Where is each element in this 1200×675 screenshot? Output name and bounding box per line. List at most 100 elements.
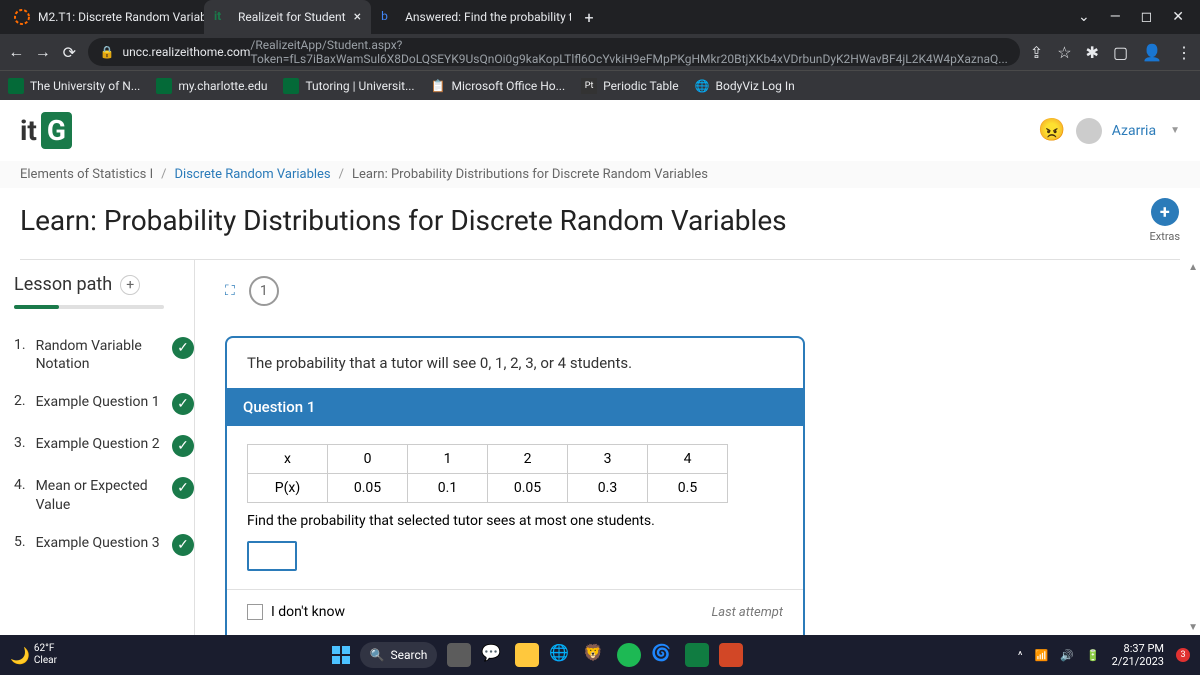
lesson-item[interactable]: 1.Random Variable Notation✓ (14, 327, 194, 383)
task-view-icon[interactable] (447, 643, 471, 667)
logo[interactable]: it G (20, 112, 72, 149)
expand-icon[interactable]: ⛶ (225, 283, 235, 299)
bookmark-item[interactable]: my.charlotte.edu (156, 78, 267, 94)
powerpoint-icon[interactable] (719, 643, 743, 667)
lesson-label: Mean or Expected Value (36, 477, 162, 513)
breadcrumb-item: Learn: Probability Distributions for Dis… (352, 167, 708, 182)
question-text: Find the probability that selected tutor… (247, 513, 783, 529)
temperature: 62°F (34, 643, 57, 655)
brave-icon[interactable]: 🦁 (583, 643, 607, 667)
url-domain: uncc.realizeithome.com (123, 45, 251, 59)
tab-label: Realizeit for Student (238, 10, 346, 24)
bookmark-icon (156, 78, 172, 94)
favicon (14, 9, 30, 25)
username[interactable]: Azarria (1112, 123, 1156, 139)
excel-icon[interactable] (685, 643, 709, 667)
reload-button[interactable]: ⟳ (61, 40, 78, 64)
battery-icon[interactable]: 🔋 (1086, 649, 1100, 662)
progress-bar (14, 305, 164, 309)
breadcrumb-item[interactable]: Discrete Random Variables (175, 167, 331, 182)
bookmark-label: Periodic Table (603, 79, 678, 93)
explorer-icon[interactable] (515, 643, 539, 667)
bookmark-icon (8, 78, 24, 94)
check-icon: ✓ (172, 337, 194, 359)
tabs-row: M2.T1: Discrete Random Variable × it Rea… (0, 0, 1200, 34)
emoji-icon[interactable]: 😠 (1038, 118, 1065, 143)
notification-badge[interactable]: 3 (1176, 648, 1190, 662)
page-title: Learn: Probability Distributions for Dis… (20, 204, 787, 237)
scroll-down-icon[interactable]: ▼ (1188, 622, 1198, 633)
tab-2[interactable]: it Realizeit for Student × (204, 0, 371, 34)
spotify-icon[interactable] (617, 643, 641, 667)
extension-icon[interactable]: ✱ (1086, 43, 1099, 62)
lock-icon: 🔒 (100, 45, 115, 59)
search-icon: 🔍 (370, 648, 385, 662)
breadcrumb-sep: / (161, 167, 166, 182)
chevron-down-icon[interactable]: ▼ (1170, 125, 1180, 136)
breadcrumb-item[interactable]: Elements of Statistics I (20, 167, 153, 182)
close-icon[interactable]: × (354, 9, 361, 25)
volume-icon[interactable]: 🔊 (1060, 649, 1074, 662)
star-icon[interactable]: ☆ (1057, 43, 1071, 62)
table-cell: 0.5 (648, 474, 728, 503)
check-icon: ✓ (172, 435, 194, 457)
tab-3[interactable]: b Answered: Find the probability th × (371, 0, 571, 34)
lesson-item[interactable]: 3.Example Question 2✓ (14, 425, 194, 467)
lesson-num: 4. (14, 477, 26, 493)
table-cell: x (248, 445, 328, 474)
add-button[interactable]: + (120, 275, 140, 295)
tab-1[interactable]: M2.T1: Discrete Random Variable × (4, 0, 204, 34)
answer-input[interactable] (247, 541, 297, 571)
tab-label: M2.T1: Discrete Random Variable (38, 10, 204, 24)
extras-button[interactable]: + Extras (1150, 198, 1180, 243)
chat-icon[interactable]: 💬 (481, 643, 505, 667)
weather-widget[interactable]: 62°F Clear (34, 643, 57, 667)
table-cell: 0 (328, 445, 408, 474)
table-cell: 4 (648, 445, 728, 474)
lesson-item[interactable]: 4. Mean or Expected Value ✓ (14, 467, 194, 523)
breadcrumbs: Elements of Statistics I / Discrete Rand… (0, 161, 1200, 188)
checkbox[interactable] (247, 604, 263, 620)
avatar[interactable] (1076, 118, 1102, 144)
chevron-down-icon[interactable]: ⌄ (1078, 9, 1090, 25)
minimize-icon[interactable]: — (1110, 9, 1121, 25)
clock[interactable]: 8:37 PM 2/21/2023 (1112, 642, 1164, 668)
search-label: Search (391, 648, 428, 662)
share-icon[interactable]: ⇪ (1030, 43, 1043, 62)
bookmark-item[interactable]: The University of N... (8, 78, 140, 94)
menu-icon[interactable]: ⋮ (1176, 43, 1192, 62)
logo-text: it (20, 114, 37, 147)
back-button[interactable]: ← (8, 40, 25, 64)
table-cell: 2 (488, 445, 568, 474)
close-icon[interactable]: ✕ (1172, 9, 1184, 25)
lesson-item[interactable]: 2.Example Question 1✓ (14, 383, 194, 425)
question-label: Question 1 (227, 388, 803, 426)
new-tab-button[interactable]: + (575, 3, 603, 31)
profile-icon[interactable]: 👤 (1142, 43, 1162, 62)
toolbar-icons: ⇪ ☆ ✱ ▢ 👤 ⋮ (1030, 43, 1192, 62)
reading-list-icon[interactable]: ▢ (1113, 43, 1128, 62)
chevron-up-icon[interactable]: ^ (1018, 649, 1023, 662)
start-button[interactable] (332, 646, 350, 664)
chrome-icon[interactable]: 🌐 (549, 643, 573, 667)
check-icon: ✓ (172, 393, 194, 415)
lesson-label: Example Question 1 (36, 393, 162, 411)
bookmark-item[interactable]: 📋Microsoft Office Ho... (431, 79, 566, 93)
table-cell: 1 (408, 445, 488, 474)
maximize-icon[interactable]: ◻ (1141, 9, 1153, 25)
lesson-item[interactable]: 5.Example Question 3✓ (14, 524, 194, 566)
wifi-icon[interactable]: 📶 (1035, 649, 1049, 662)
scroll-up-icon[interactable]: ▲ (1188, 262, 1198, 273)
dont-know-option[interactable]: I don't know (247, 604, 345, 620)
edge-icon[interactable]: 🌀 (651, 643, 675, 667)
step-indicator: 1 (249, 276, 279, 306)
url-bar[interactable]: 🔒 uncc.realizeithome.com /RealizeitApp/S… (88, 38, 1020, 66)
bookmark-label: Tutoring | Universit... (305, 79, 414, 93)
forward-button[interactable]: → (35, 40, 52, 64)
check-icon: ✓ (172, 477, 194, 499)
bookmark-item[interactable]: Tutoring | Universit... (283, 78, 414, 94)
bookmarks-row: The University of N... my.charlotte.edu … (0, 70, 1200, 100)
bookmark-item[interactable]: PtPeriodic Table (581, 78, 678, 94)
search-box[interactable]: 🔍 Search (360, 642, 438, 668)
bookmark-item[interactable]: 🌐BodyViz Log In (695, 79, 795, 93)
